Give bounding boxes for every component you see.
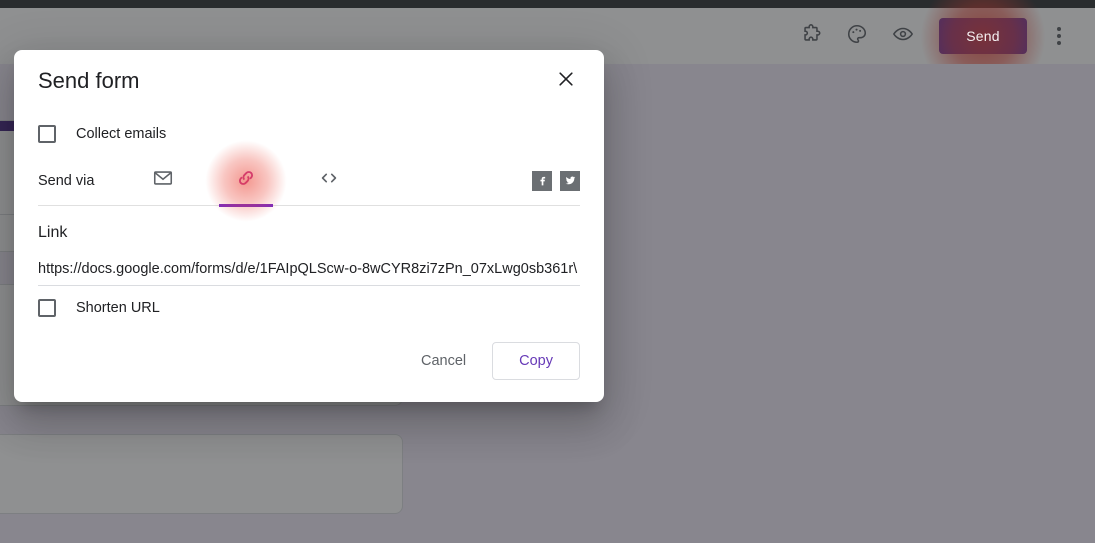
shorten-url-label: Shorten URL	[76, 300, 160, 316]
shorten-url-checkbox[interactable]	[38, 299, 56, 317]
envelope-icon	[152, 167, 174, 194]
embed-code-icon	[318, 167, 340, 194]
twitter-share-button[interactable]	[560, 170, 580, 191]
dialog-header: Send form	[14, 50, 604, 112]
link-input[interactable]	[38, 261, 580, 286]
link-section: Link	[38, 206, 580, 286]
copy-button[interactable]: Copy	[492, 342, 580, 380]
collect-emails-label: Collect emails	[76, 126, 167, 142]
send-via-row: Send via	[38, 139, 580, 222]
close-button[interactable]	[548, 63, 584, 99]
dialog-actions: Cancel Copy	[14, 330, 604, 402]
collect-emails-row[interactable]: Collect emails	[38, 112, 580, 156]
dialog-title: Send form	[38, 68, 140, 93]
link-section-title: Link	[38, 224, 68, 241]
send-via-tab-embed[interactable]	[302, 156, 356, 206]
facebook-share-button[interactable]	[532, 170, 552, 191]
dialog-body: Collect emails Send via Link https://doc…	[14, 112, 604, 330]
shorten-url-row[interactable]: Shorten URL	[38, 286, 580, 330]
send-via-active-underline	[219, 203, 273, 207]
social-share-group	[532, 170, 580, 191]
send-button-label: Send	[966, 28, 1000, 44]
link-icon	[235, 167, 257, 194]
cancel-button[interactable]: Cancel	[407, 343, 480, 379]
send-via-tab-email[interactable]	[136, 156, 190, 206]
send-via-tab-link[interactable]	[205, 139, 287, 222]
send-via-label: Send via	[38, 172, 95, 189]
collect-emails-checkbox[interactable]	[38, 125, 56, 143]
send-form-dialog: Send form Collect emails Send via Link h…	[14, 50, 604, 402]
close-icon	[556, 69, 576, 94]
screen-root: Send OY esc EX nsw	[0, 0, 1095, 543]
